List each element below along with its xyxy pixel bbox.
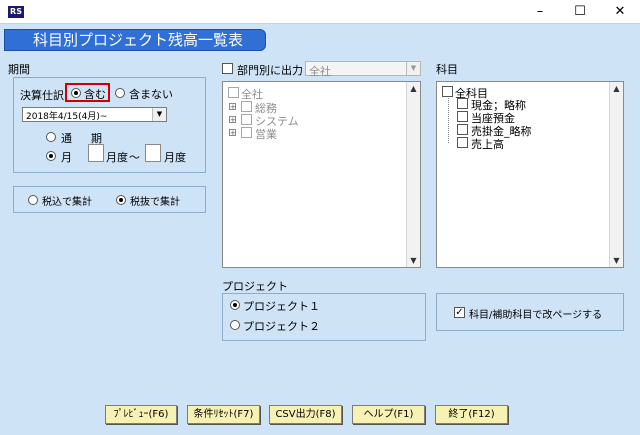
tax-excluded-radio[interactable] [116, 195, 126, 205]
month-from-field[interactable] [88, 144, 104, 162]
project1-label: プロジェクト１ [243, 300, 320, 313]
chevron-down-icon: ▼ [406, 62, 420, 75]
exit-button[interactable]: 終了(F12) [435, 405, 508, 424]
department-check-label: 部門別に出力 [237, 64, 303, 77]
page-break-label: 科目/補助科目で改ページする [469, 310, 603, 321]
project-label: プロジェクト [222, 280, 288, 293]
tree-root-checkbox[interactable] [228, 87, 239, 98]
subject-item-checkbox[interactable] [457, 111, 468, 122]
tsuki-label: 通 [61, 132, 72, 145]
app-icon: RS [8, 6, 24, 18]
department-select-value: 全社 [309, 65, 331, 78]
scroll-down-icon[interactable]: ▼ [610, 254, 623, 267]
page-break-checkbox[interactable]: ✓ [454, 307, 465, 318]
include-radio[interactable] [71, 88, 81, 98]
tax-included-radio[interactable] [28, 195, 38, 205]
month-to-unit: 月度 [164, 151, 186, 164]
department-select[interactable]: 全社 ▼ [305, 61, 421, 78]
page-title: 科目別プロジェクト残高一覧表 [4, 29, 266, 51]
project1-radio[interactable] [230, 300, 240, 310]
project2-label: プロジェクト２ [243, 320, 320, 333]
expand-icon[interactable]: + [229, 129, 236, 137]
subjects-label: 科目 [436, 63, 458, 76]
vertical-scrollbar[interactable]: ▲ ▼ [609, 82, 623, 267]
department-checkbox[interactable] [222, 63, 233, 74]
maximize-button[interactable]: ☐ [560, 0, 600, 24]
tree-line [448, 98, 449, 143]
include-label: 含む [84, 88, 106, 101]
expand-icon[interactable]: + [229, 103, 236, 111]
scroll-up-icon[interactable]: ▲ [407, 82, 420, 95]
department-tree[interactable]: 全社 + 総務 + システム + 営業 ▲ ▼ [222, 81, 421, 268]
chevron-down-icon: ▼ [152, 108, 166, 121]
minimize-button[interactable]: – [520, 0, 560, 24]
period-group: 決算仕訳 含む 含まない 2018年4/15(4月)~ ▼ 通 期 月 月度 ～… [13, 77, 206, 173]
help-button[interactable]: ヘルプ(F1) [352, 405, 425, 424]
tree-item-checkbox[interactable] [241, 114, 252, 125]
close-button[interactable]: ✕ [600, 0, 640, 24]
period-label: 期間 [8, 63, 30, 76]
exclude-label: 含まない [129, 88, 173, 101]
expand-icon[interactable]: + [229, 116, 236, 124]
tax-excluded-label: 税抜で集計 [130, 197, 180, 208]
month-from-unit: 月度 [106, 151, 128, 164]
subject-item-checkbox[interactable] [457, 124, 468, 135]
subjects-root-checkbox[interactable] [442, 86, 453, 97]
tax-group: 税込で集計 税抜で集計 [13, 186, 206, 213]
subject-item-checkbox[interactable] [457, 98, 468, 109]
project-group: プロジェクト１ プロジェクト２ [222, 293, 426, 341]
tree-item-checkbox[interactable] [241, 101, 252, 112]
subject-item-checkbox[interactable] [457, 137, 468, 148]
csv-button[interactable]: CSV出力(F8) [269, 405, 342, 424]
subject-item-sales: 売上高 [471, 138, 504, 151]
month-label: 月 [61, 151, 72, 164]
tree-item-checkbox[interactable] [241, 127, 252, 138]
date-select[interactable]: 2018年4/15(4月)~ ▼ [22, 107, 167, 122]
month-radio[interactable] [46, 151, 56, 161]
page-break-group: ✓ 科目/補助科目で改ページする [436, 293, 624, 331]
scroll-up-icon[interactable]: ▲ [610, 82, 623, 95]
month-to-field[interactable] [145, 144, 161, 162]
tax-included-label: 税込で集計 [42, 197, 92, 208]
tsuki-radio[interactable] [46, 132, 56, 142]
subjects-tree[interactable]: 全科目 現金；略称 当座預金 売掛金_略称 売上高 ▲ ▼ [436, 81, 624, 268]
preview-button[interactable]: ﾌﾟﾚﾋﾞｭｰ(F6) [105, 405, 177, 424]
exclude-radio[interactable] [115, 88, 125, 98]
scroll-down-icon[interactable]: ▼ [407, 254, 420, 267]
title-bar: RS – ☐ ✕ [0, 0, 640, 24]
vertical-scrollbar[interactable]: ▲ ▼ [406, 82, 420, 267]
kessan-label: 決算仕訳 [20, 89, 64, 102]
tree-item-eigyo: 営業 [255, 128, 277, 141]
date-select-value: 2018年4/15(4月)~ [26, 112, 108, 122]
tilde-label: ～ [129, 151, 140, 164]
reset-button[interactable]: 条件ﾘｾｯﾄ(F7) [187, 405, 260, 424]
project2-radio[interactable] [230, 320, 240, 330]
